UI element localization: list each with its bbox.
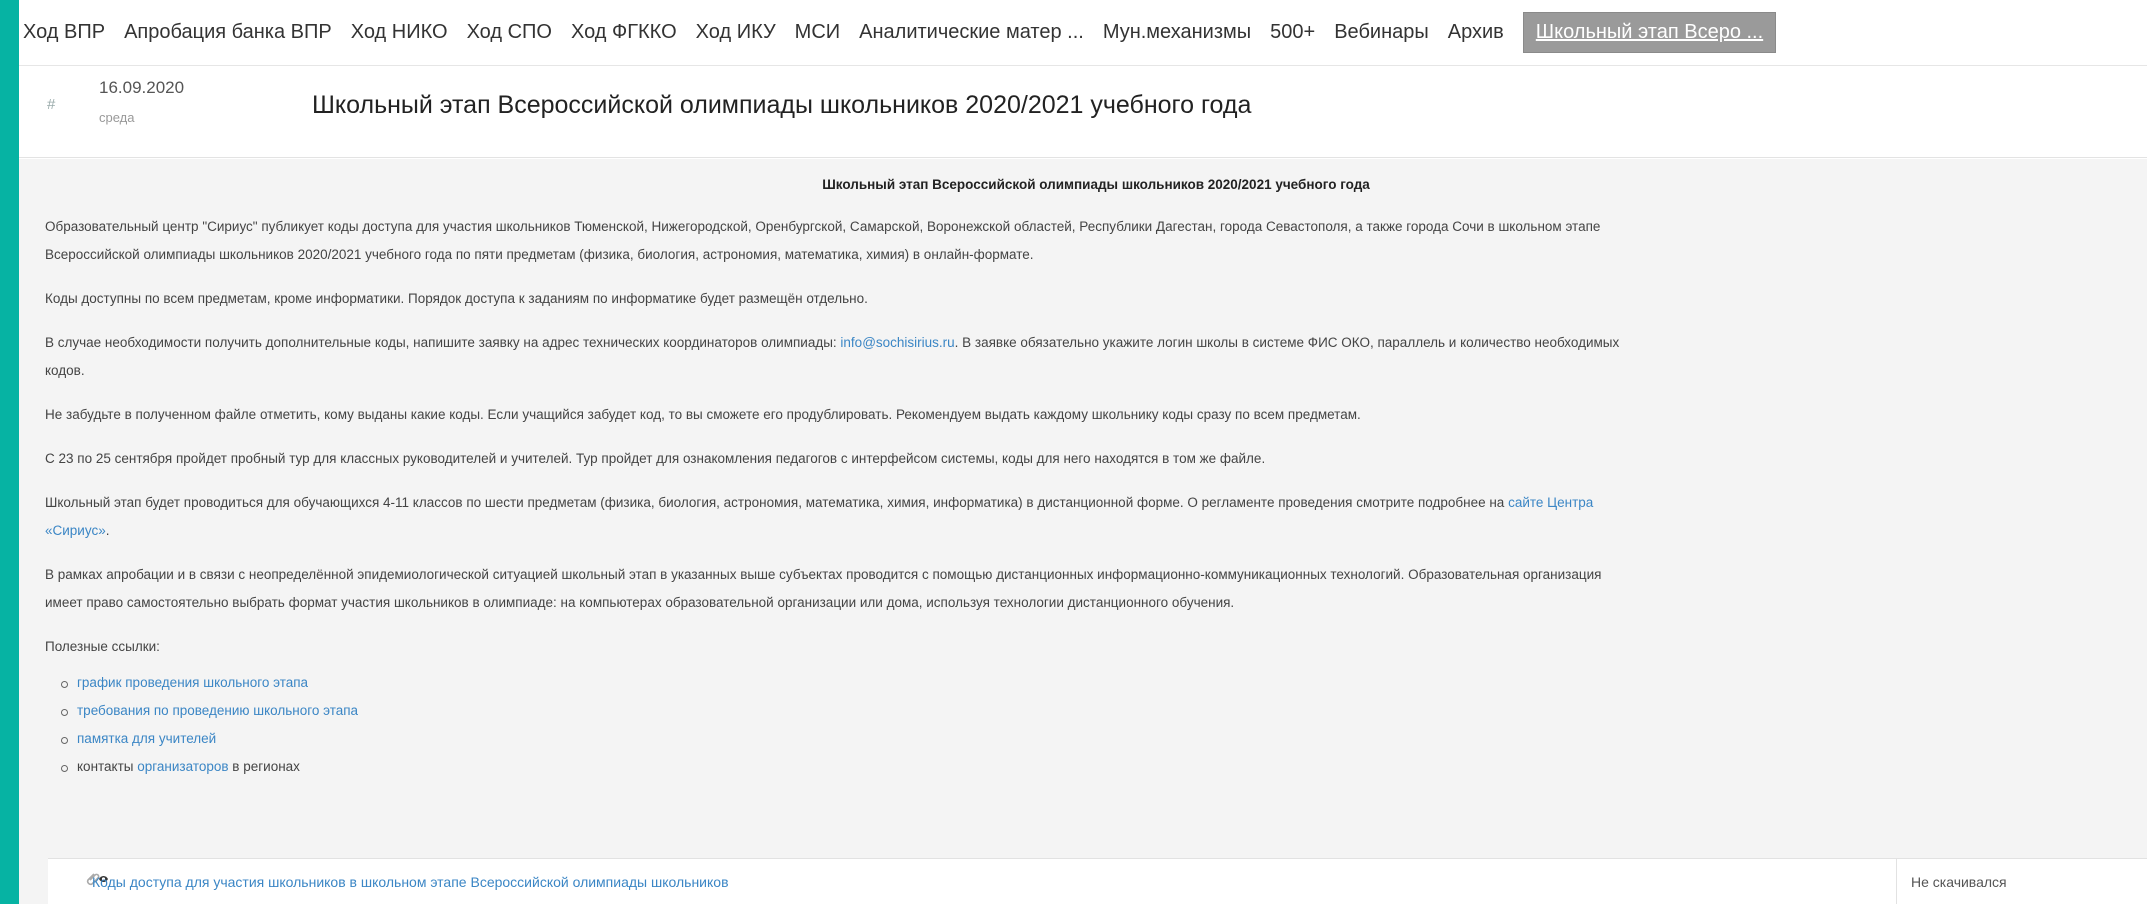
requirements-link[interactable]: требования по проведению школьного этапа	[77, 703, 358, 718]
nav-item-iku[interactable]: Ход ИКУ	[696, 21, 776, 44]
organizers-link[interactable]: организаторов	[137, 759, 228, 774]
nav-item-vpr-approbation[interactable]: Апробация банка ВПР	[124, 21, 332, 44]
paragraph-approbation-line1: В рамках апробации и в связи с неопредел…	[45, 567, 1602, 582]
left-accent-bar	[0, 0, 19, 904]
nav-item-mun-mechanisms[interactable]: Мун.механизмы	[1103, 21, 1251, 44]
paragraph-trial-round: С 23 по 25 сентября пройдет пробный тур …	[45, 451, 1266, 466]
email-link[interactable]: info@sochisirius.ru	[840, 335, 954, 350]
nav-item-msi[interactable]: МСИ	[795, 21, 840, 44]
paperclip-icon	[48, 870, 108, 893]
permalink-hash-icon[interactable]: #	[47, 96, 55, 113]
paragraph-codes-available: Коды доступны по всем предметам, кроме и…	[45, 291, 868, 306]
top-navigation: Ход ВПР Апробация банка ВПР Ход НИКО Ход…	[19, 0, 2147, 66]
attachment-row: Коды доступа для участия школьников в шк…	[48, 858, 2147, 904]
paragraph-mark-codes: Не забудьте в полученном файле отметить,…	[45, 407, 1361, 422]
sirius-site-link-2[interactable]: «Сириус»	[45, 523, 106, 538]
nav-item-archive[interactable]: Архив	[1448, 21, 1504, 44]
download-status: Не скачивался	[1896, 859, 2147, 904]
list-item: требования по проведению школьного этапа	[61, 697, 2147, 725]
paragraph-distance-form-end: .	[105, 523, 110, 538]
post-date: 16.09.2020	[99, 78, 185, 97]
paragraph-intro-line2: Всероссийской олимпиады школьников 2020/…	[45, 247, 1034, 262]
schedule-link[interactable]: график проведения школьного этапа	[77, 675, 308, 690]
paragraph-distance-form-text: Школьный этап будет проводиться для обуч…	[45, 495, 1509, 510]
nav-item-spo[interactable]: Ход СПО	[467, 21, 552, 44]
paragraph-distance-form: Школьный этап будет проводиться для обуч…	[45, 489, 2147, 545]
contacts-prefix: контакты	[77, 759, 138, 774]
post-content: Школьный этап Всероссийской олимпиады шк…	[19, 159, 2147, 904]
list-item: памятка для учителей	[61, 725, 2147, 753]
paragraph-extra-codes-text-2: . В заявке обязательно укажите логин шко…	[954, 335, 1620, 350]
list-item: график проведения школьного этапа	[61, 669, 2147, 697]
useful-links-title: Полезные ссылки:	[45, 639, 160, 654]
nav-item-analytics[interactable]: Аналитические матер ...	[859, 21, 1084, 44]
list-item: контакты организаторов в регионах	[61, 753, 2147, 781]
sirius-site-link[interactable]: сайте Центра	[1508, 495, 1593, 510]
nav-item-vpr[interactable]: Ход ВПР	[23, 21, 105, 44]
attachment-download-link[interactable]: Коды доступа для участия школьников в шк…	[92, 874, 729, 890]
post-weekday: среда	[99, 110, 135, 125]
paragraph-approbation: В рамках апробации и в связи с неопредел…	[45, 561, 2147, 617]
paragraph-intro-line1: Образовательный центр "Сириус" публикует…	[45, 219, 1601, 234]
content-title: Школьный этап Всероссийской олимпиады шк…	[822, 177, 1370, 192]
paragraph-extra-codes: В случае необходимости получить дополнит…	[45, 329, 2147, 385]
nav-item-niko[interactable]: Ход НИКО	[351, 21, 448, 44]
useful-links-list: график проведения школьного этапа требов…	[61, 669, 2147, 781]
post-header: # 16.09.2020 среда Школьный этап Всеросс…	[19, 66, 2147, 158]
paragraph-extra-codes-text: В случае необходимости получить дополнит…	[45, 335, 841, 350]
nav-item-webinars[interactable]: Вебинары	[1334, 21, 1429, 44]
paragraph-intro: Образовательный центр "Сириус" публикует…	[45, 213, 2147, 269]
nav-item-school-stage[interactable]: Школьный этап Всеро ...	[1522, 12, 1777, 53]
nav-item-500plus[interactable]: 500+	[1270, 21, 1315, 44]
nav-item-fgkko[interactable]: Ход ФГККО	[571, 21, 677, 44]
teacher-memo-link[interactable]: памятка для учителей	[77, 731, 216, 746]
page-title: Школьный этап Всероссийской олимпиады шк…	[312, 91, 1252, 119]
paragraph-approbation-line2: имеет право самостоятельно выбрать форма…	[45, 595, 1235, 610]
paragraph-extra-codes-text-3: кодов.	[45, 363, 85, 378]
contacts-suffix: в регионах	[228, 759, 300, 774]
